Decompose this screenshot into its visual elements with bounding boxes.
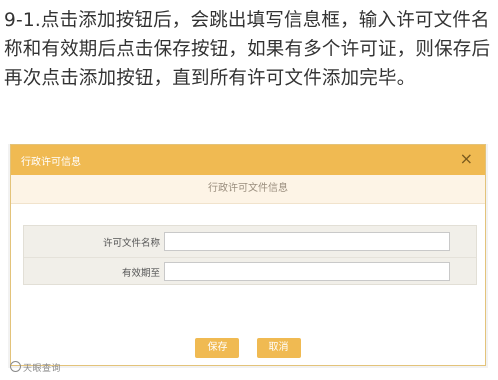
embedded-screenshot: 行政许可信息 × 行政许可文件信息 许可文件名称 有效期至 保存 取消	[8, 144, 488, 368]
close-icon[interactable]: ×	[460, 149, 473, 169]
dialog-title: 行政许可信息	[21, 157, 81, 168]
watermark: 天眼查询	[10, 361, 61, 374]
license-name-label: 许可文件名称	[102, 238, 160, 249]
dialog-header: 行政许可信息 ×	[11, 145, 485, 175]
instruction-text: 9-1.点击添加按钮后，会跳出填写信息框，输入许可文件名称和有效期后点击保存按钮…	[4, 10, 491, 89]
form-row-valid-until: 有效期至	[24, 257, 476, 286]
dialog-subtitle: 行政许可文件信息	[11, 175, 485, 204]
valid-until-input[interactable]	[164, 262, 450, 281]
watermark-logo-icon	[10, 361, 21, 372]
valid-until-label: 有效期至	[121, 268, 160, 279]
save-button[interactable]: 保存	[195, 338, 240, 358]
form-row-license-name: 许可文件名称	[24, 228, 476, 256]
license-name-input[interactable]	[164, 232, 450, 251]
license-info-dialog: 行政许可信息 × 行政许可文件信息 许可文件名称 有效期至 保存 取消	[10, 144, 486, 366]
watermark-text: 天眼查询	[23, 364, 62, 374]
cancel-button[interactable]: 取消	[256, 338, 301, 358]
license-form: 许可文件名称 有效期至	[23, 225, 477, 285]
dialog-footer: 保存 取消	[11, 335, 485, 358]
